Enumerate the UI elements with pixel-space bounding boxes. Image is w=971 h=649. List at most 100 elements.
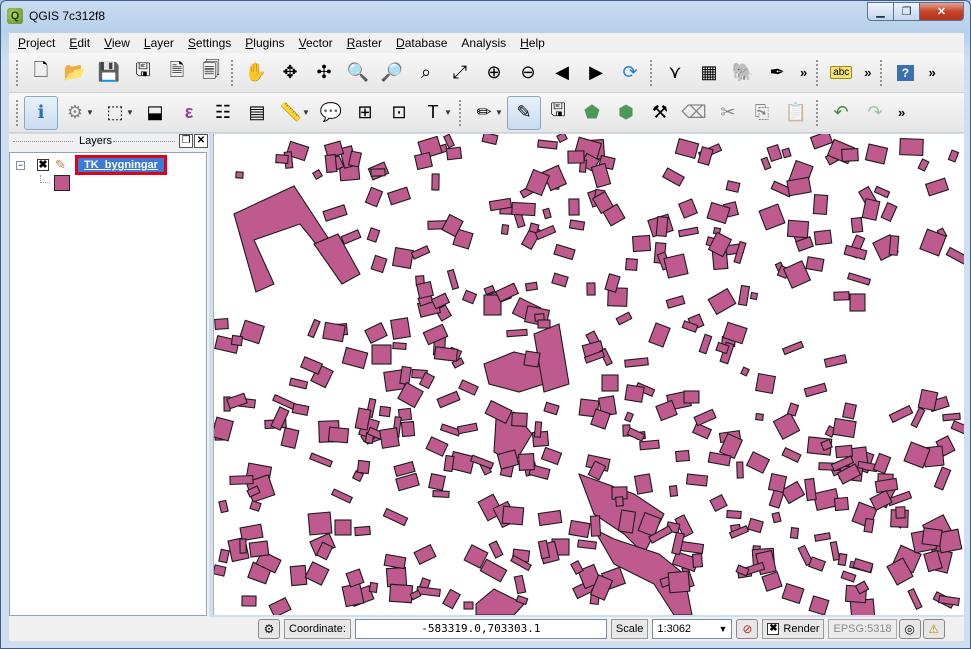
deselect-features-icon[interactable]: ⬓	[138, 96, 172, 130]
zoom-next-icon[interactable]: ▶	[579, 56, 613, 90]
zoom-in-icon[interactable]: 🔍	[341, 56, 375, 90]
building	[481, 134, 499, 146]
zoom-to-layer-icon[interactable]: ⊖	[511, 56, 545, 90]
delete-selected-icon[interactable]: ⌫	[677, 96, 711, 130]
new-shapefile-icon[interactable]: ✒	[760, 56, 794, 90]
building	[400, 420, 416, 438]
save-layer-edits-icon[interactable]: 🖫	[541, 96, 575, 130]
messages-warning-icon[interactable]: ⚠	[922, 619, 945, 639]
toolbar-overflow-icon[interactable]: »	[898, 105, 905, 120]
layer-row-tk-bygningar[interactable]: − ✖ ✎ TK_bygningar	[10, 155, 206, 175]
toolbar-grip[interactable]	[815, 98, 820, 127]
close-window-button[interactable]: ✕	[920, 2, 964, 21]
field-calculator-icon[interactable]: ▤	[240, 96, 274, 130]
composer-manager-icon[interactable]: 🗐	[194, 56, 228, 90]
crs-status[interactable]: EPSG:5318	[828, 619, 897, 639]
chevron-down-icon[interactable]: ▼	[495, 108, 503, 117]
toolbar-grip[interactable]	[879, 58, 885, 87]
collapse-layer-icon[interactable]: −	[16, 160, 25, 170]
cut-features-icon[interactable]: ✂	[711, 96, 745, 130]
menu-vector[interactable]: Vector	[292, 33, 340, 53]
toolbar-overflow-icon[interactable]: »	[864, 65, 871, 80]
run-feature-action-icon[interactable]: ⚙	[58, 96, 92, 130]
toolbar-grip[interactable]	[15, 98, 20, 127]
pan-to-selection-icon[interactable]: ✥	[273, 56, 307, 90]
title-bar[interactable]: Q QGIS 7c312f8 ▁ ❐ ✕	[1, 1, 970, 31]
zoom-out-icon[interactable]: 🔎	[375, 56, 409, 90]
menu-edit[interactable]: Edit	[62, 33, 97, 53]
menu-settings[interactable]: Settings	[181, 33, 238, 53]
zoom-native-resolution-icon[interactable]: ⌕	[409, 56, 443, 90]
toggle-editing-icon[interactable]: ✎	[507, 95, 541, 130]
layer-symbol-swatch[interactable]	[54, 175, 70, 191]
add-raster-layer-icon[interactable]: ▦	[692, 56, 726, 90]
building	[737, 284, 751, 307]
add-postgis-layer-icon[interactable]: 🐘	[726, 56, 760, 90]
redo-icon[interactable]: ↷	[858, 96, 892, 130]
zoom-full-icon[interactable]: ⤢	[443, 56, 477, 90]
open-project-icon[interactable]: 📂	[58, 56, 92, 90]
add-feature-icon[interactable]: ⬟	[575, 96, 609, 130]
chevron-down-icon[interactable]: ▼	[126, 108, 134, 117]
label-tool-icon[interactable]: abc	[824, 56, 858, 90]
toolbar-grip[interactable]	[815, 58, 821, 87]
toolbar-overflow-icon[interactable]: »	[800, 65, 807, 80]
close-panel-button[interactable]: ✕	[194, 134, 208, 148]
menu-database[interactable]: Database	[389, 33, 454, 53]
maximize-button[interactable]: ❐	[894, 2, 920, 21]
chevron-down-icon[interactable]: ▼	[444, 108, 452, 117]
menu-layer[interactable]: Layer	[137, 33, 181, 53]
layer-visibility-checkbox[interactable]: ✖	[37, 159, 49, 171]
building	[707, 287, 737, 316]
toolbar-grip[interactable]	[15, 58, 20, 87]
paste-features-icon[interactable]: 📋	[779, 96, 813, 130]
node-tool-icon[interactable]: ⚒	[643, 96, 677, 130]
menu-analysis[interactable]: Analysis	[454, 33, 513, 53]
map-canvas[interactable]	[213, 134, 964, 615]
minimize-button[interactable]: ▁	[867, 2, 894, 21]
toolbar-grip[interactable]	[458, 98, 463, 127]
toolbar-grip[interactable]	[649, 58, 654, 87]
building	[837, 552, 848, 567]
help-icon[interactable]: ?	[888, 56, 922, 90]
toggle-extents-icon[interactable]: ⚙	[258, 619, 280, 639]
refresh-icon[interactable]: ⟳	[613, 56, 647, 90]
menu-help[interactable]: Help	[513, 33, 552, 53]
menu-project[interactable]: Project	[11, 33, 62, 53]
toolbar-overflow-icon[interactable]: »	[928, 65, 935, 80]
layers-panel-title-bar[interactable]: Layers ❐ ✕	[9, 134, 209, 150]
new-project-icon[interactable]: 🗋	[24, 56, 58, 90]
crs-globe-icon[interactable]: ◎	[898, 619, 921, 639]
layer-tree[interactable]: − ✖ ✎ TK_bygningar	[9, 152, 207, 616]
building	[341, 582, 365, 608]
pan-to-selected-icon[interactable]: ✣	[307, 56, 341, 90]
copy-features-icon[interactable]: ⎘	[745, 96, 779, 130]
add-vector-layer-icon[interactable]: ⋎	[658, 56, 692, 90]
menu-plugins[interactable]: Plugins	[238, 33, 291, 53]
select-by-expression-icon[interactable]: ε	[172, 96, 206, 130]
zoom-to-selection-icon[interactable]: ⊕	[477, 56, 511, 90]
render-checkbox[interactable]: ✖ Render	[762, 619, 825, 639]
coordinate-field[interactable]: -583319.0,703303.1	[354, 619, 607, 639]
new-print-composer-icon[interactable]: 🗎	[160, 56, 194, 90]
menu-view[interactable]: View	[97, 33, 137, 53]
save-as-icon[interactable]: 🖫	[126, 56, 160, 90]
pan-map-icon[interactable]: ✋	[239, 56, 273, 90]
move-feature-icon[interactable]: ⬢	[609, 96, 643, 130]
zoom-last-icon[interactable]: ◀	[545, 56, 579, 90]
float-panel-button[interactable]: ❐	[179, 134, 193, 148]
toolbar-grip[interactable]	[230, 58, 235, 87]
menu-raster[interactable]: Raster	[340, 33, 389, 53]
identify-features-icon[interactable]: ℹ	[24, 95, 58, 130]
stop-rendering-icon[interactable]: ⊘	[736, 619, 759, 639]
save-project-icon[interactable]: 💾	[92, 56, 126, 90]
chevron-down-icon[interactable]: ▼	[302, 108, 310, 117]
open-attribute-table-icon[interactable]: ☷	[206, 96, 240, 130]
building	[888, 235, 900, 256]
layer-name[interactable]: TK_bygningar	[75, 155, 167, 175]
map-tips-icon[interactable]: 💬	[314, 96, 348, 130]
scale-combobox[interactable]: 1:3062 ▼	[652, 619, 733, 639]
undo-icon[interactable]: ↶	[824, 96, 858, 130]
new-bookmark-icon[interactable]: ⊞	[348, 96, 382, 130]
show-bookmarks-icon[interactable]: ⊡	[382, 96, 416, 130]
